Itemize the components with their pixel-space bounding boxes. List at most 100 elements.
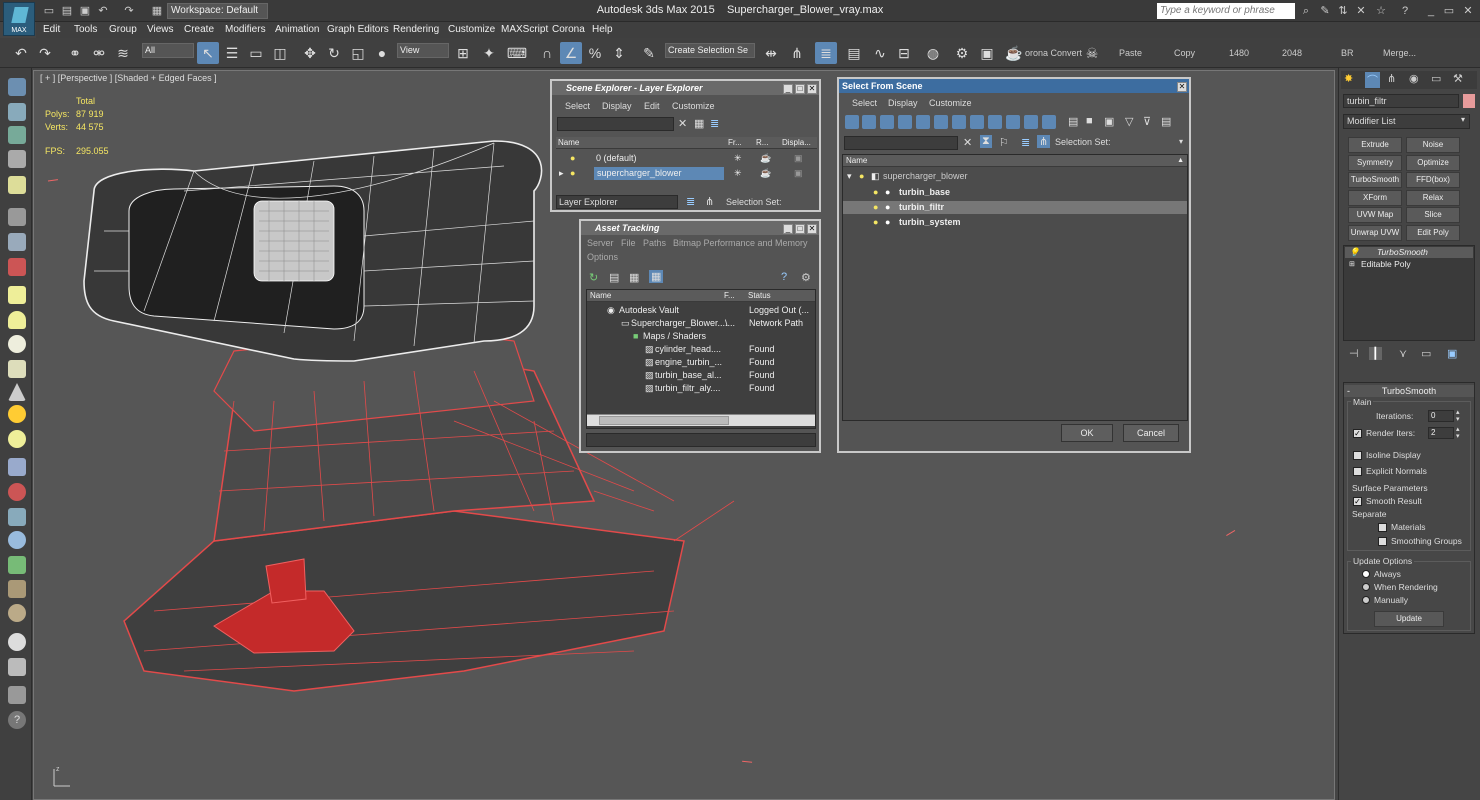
- edit-named-sel-icon[interactable]: ✎: [638, 42, 660, 64]
- undo-icon[interactable]: ↶: [10, 42, 32, 64]
- menu-animation[interactable]: Animation: [275, 22, 319, 38]
- thumbnail-icon[interactable]: ▦: [629, 271, 639, 284]
- filter-groups-icon[interactable]: [952, 115, 966, 129]
- percent-snap-icon[interactable]: %: [584, 42, 606, 64]
- light-bulb-icon[interactable]: ●: [859, 170, 864, 183]
- modifier-relax-button[interactable]: Relax: [1406, 190, 1460, 206]
- display-box-icon[interactable]: ▣: [794, 152, 803, 165]
- stack-item-turbosmooth[interactable]: 💡 TurboSmooth: [1345, 247, 1473, 258]
- maximize-icon[interactable]: □: [795, 224, 805, 234]
- at-menu-file[interactable]: File: [621, 238, 636, 248]
- cancel-button[interactable]: Cancel: [1123, 424, 1179, 442]
- redo-icon[interactable]: ↷: [34, 42, 56, 64]
- rendered-frame-icon[interactable]: ▣: [976, 42, 998, 64]
- new-icon[interactable]: ▭: [42, 4, 56, 18]
- display-box-icon[interactable]: ▣: [794, 167, 803, 180]
- col-name[interactable]: Name: [558, 137, 579, 149]
- filter-containers-icon[interactable]: [1006, 115, 1020, 129]
- menu-rendering[interactable]: Rendering: [393, 22, 439, 38]
- manually-radio[interactable]: [1362, 596, 1370, 604]
- menu-corona[interactable]: Corona: [552, 22, 585, 38]
- configure-sets-icon[interactable]: ▣: [1447, 347, 1457, 360]
- smooth-result-checkbox[interactable]: ✓: [1353, 497, 1362, 506]
- help-search-input[interactable]: Type a keyword or phrase: [1157, 3, 1295, 19]
- modifier-uvwmap-button[interactable]: UVW Map: [1348, 207, 1402, 223]
- help-circle-icon[interactable]: ?: [8, 711, 26, 729]
- paste-button[interactable]: Paste: [1119, 48, 1142, 58]
- select-all-icon[interactable]: ▤: [1068, 115, 1078, 128]
- reference-coord-dropdown[interactable]: View: [397, 43, 449, 58]
- col-f[interactable]: F...: [724, 290, 735, 302]
- rect-selection-icon[interactable]: ▭: [245, 42, 267, 64]
- remove-modifier-icon[interactable]: ▭: [1421, 347, 1431, 360]
- ok-button[interactable]: OK: [1061, 424, 1113, 442]
- selection-set-dropdown-arrow-icon[interactable]: ▾: [1179, 137, 1183, 146]
- layer-explorer-dropdown[interactable]: Layer Explorer: [556, 195, 678, 209]
- close-icon[interactable]: ✕: [1461, 4, 1475, 18]
- filter-frozen-icon[interactable]: [1024, 115, 1038, 129]
- spinner-arrows-icon[interactable]: ▴ ▾: [1456, 426, 1460, 440]
- grid-icon[interactable]: [8, 150, 26, 168]
- render-teapot-icon[interactable]: ☕: [760, 167, 771, 180]
- sfs-menu-select[interactable]: Select: [852, 98, 877, 108]
- height-preset[interactable]: 2048: [1282, 48, 1302, 58]
- menu-customize[interactable]: Customize: [448, 22, 495, 38]
- select-by-name-icon[interactable]: ☰: [221, 42, 243, 64]
- spinner-arrows-icon[interactable]: ▴ ▾: [1456, 409, 1460, 423]
- menu-views[interactable]: Views: [147, 22, 174, 38]
- tools-icon[interactable]: ✎: [1318, 4, 1332, 18]
- collapse-arrow-icon[interactable]: ▾: [847, 170, 852, 183]
- close-icon[interactable]: ✕: [1177, 82, 1187, 92]
- move-icon[interactable]: ✥: [299, 42, 321, 64]
- table-row[interactable]: ▨ cylinder_head.... Found: [587, 343, 815, 356]
- always-radio[interactable]: [1362, 570, 1370, 578]
- container-icon[interactable]: [8, 78, 26, 96]
- table-row[interactable]: ■ Maps / Shaders: [587, 330, 815, 343]
- clear-icon[interactable]: ✕: [963, 136, 972, 149]
- filter-bones-icon[interactable]: [988, 115, 1002, 129]
- curve-editor-icon[interactable]: ∿: [869, 42, 891, 64]
- menu-tools[interactable]: Tools: [74, 22, 97, 38]
- light-icon[interactable]: [8, 176, 26, 194]
- gear-icon[interactable]: [8, 531, 26, 549]
- at-menu-server[interactable]: Server: [587, 238, 614, 248]
- filter-toggle-icon[interactable]: ⊽: [1143, 115, 1151, 128]
- close-icon[interactable]: ✕: [807, 84, 817, 94]
- scene-explorer-title[interactable]: Scene Explorer - Layer Explorer: [552, 81, 819, 95]
- rotate-icon[interactable]: ↻: [323, 42, 345, 64]
- light-bulb-icon[interactable]: ●: [873, 186, 878, 199]
- workspace-dropdown[interactable]: Workspace: Default: [167, 3, 268, 19]
- filter-cameras-icon[interactable]: [898, 115, 912, 129]
- hierarchy-icon[interactable]: ⋔: [1037, 135, 1051, 148]
- se-menu-customize[interactable]: Customize: [672, 101, 715, 111]
- modifier-noise-button[interactable]: Noise: [1406, 137, 1460, 153]
- bind-space-warp-icon[interactable]: ≋: [112, 42, 134, 64]
- create-tab-icon[interactable]: ✸: [1344, 72, 1353, 85]
- named-selection-set-dropdown[interactable]: Create Selection Se: [665, 43, 755, 58]
- exchange-icon[interactable]: ⇅: [1336, 4, 1350, 18]
- snap-toggle-icon[interactable]: ∩: [536, 42, 558, 64]
- menu-graph-editors[interactable]: Graph Editors: [327, 22, 389, 38]
- menu-group[interactable]: Group: [109, 22, 137, 38]
- object-name-field[interactable]: turbin_filtr: [1343, 94, 1459, 108]
- dome-icon[interactable]: [8, 311, 26, 329]
- modifier-xform-button[interactable]: XForm: [1348, 190, 1402, 206]
- table-icon[interactable]: [8, 126, 26, 144]
- merge-button[interactable]: Merge...: [1383, 48, 1416, 58]
- col-name[interactable]: Name: [846, 156, 867, 165]
- render-iters-checkbox[interactable]: ✓: [1353, 429, 1362, 438]
- show-end-result-icon[interactable]: ┃: [1369, 347, 1382, 360]
- molecule-icon[interactable]: [8, 483, 26, 501]
- refresh-icon[interactable]: ↻: [589, 271, 598, 284]
- freeze-icon[interactable]: ✳: [734, 152, 742, 165]
- when-rendering-radio[interactable]: [1362, 583, 1370, 591]
- dropdown-arrow-icon[interactable]: ▾: [1461, 115, 1465, 124]
- hierarchy-tab-icon[interactable]: ⋔: [1387, 72, 1396, 85]
- horizontal-scrollbar[interactable]: [587, 414, 815, 426]
- app-menu-button[interactable]: MAX: [3, 2, 35, 36]
- motion-tab-icon[interactable]: ◉: [1409, 72, 1419, 85]
- modifier-turbosmooth-button[interactable]: TurboSmooth: [1348, 172, 1402, 188]
- tree-item-selected[interactable]: ● ● turbin_filtr: [843, 201, 1187, 214]
- menu-help[interactable]: Help: [592, 22, 613, 38]
- list-view-icon[interactable]: ▤: [609, 271, 619, 284]
